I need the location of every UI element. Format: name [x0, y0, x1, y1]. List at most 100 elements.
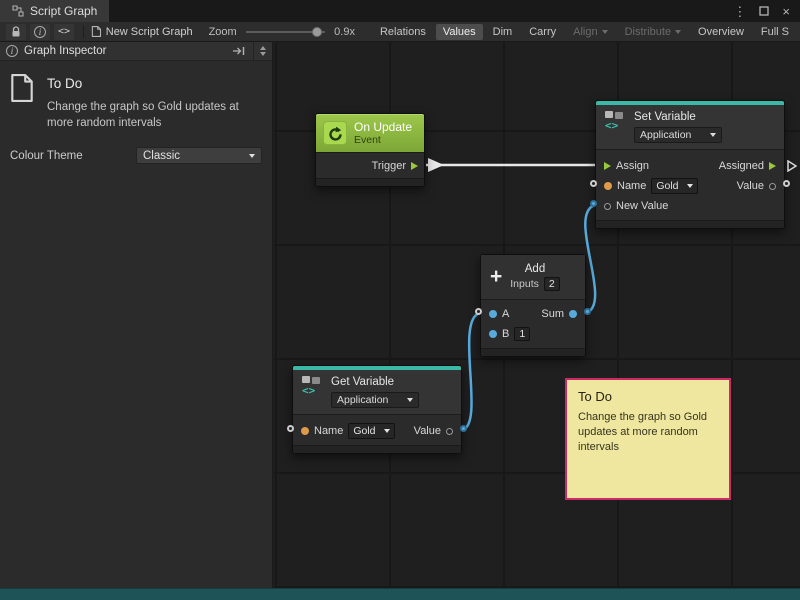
- wire-arrowhead-icon: [428, 158, 444, 172]
- node-footer: [481, 348, 585, 356]
- scroll-spinner: [253, 42, 266, 61]
- lock-button[interactable]: [6, 24, 26, 40]
- scroll-up-icon[interactable]: [260, 46, 266, 50]
- name-value-dropdown[interactable]: Gold: [651, 178, 697, 194]
- window-maximize-icon[interactable]: [759, 6, 769, 16]
- name-label: Name: [617, 180, 646, 192]
- get-variable-body: Name Gold Value: [293, 414, 461, 445]
- sum-output-port[interactable]: [569, 310, 577, 318]
- value-edge-port[interactable]: [783, 180, 790, 187]
- value-output-port[interactable]: [769, 183, 776, 190]
- get-variable-node[interactable]: <> Get Variable Application Name Gold: [292, 365, 462, 454]
- window-menu-icon[interactable]: ⋮: [733, 5, 746, 18]
- assigned-output-port[interactable]: [769, 162, 776, 170]
- assigned-edge-port[interactable]: [787, 160, 797, 172]
- window-close-icon[interactable]: ×: [782, 5, 790, 18]
- todo-text[interactable]: Change the graph so Gold updates at more…: [47, 99, 253, 131]
- graph-inspector-title: Graph Inspector: [24, 45, 106, 57]
- value-label: Value: [737, 180, 764, 192]
- name-port-row: Name Gold Value: [596, 176, 784, 196]
- graph-asset-icon: [91, 25, 102, 38]
- info-icon: i: [6, 45, 18, 57]
- zoom-slider[interactable]: [246, 31, 325, 33]
- node-title: Set Variable: [634, 110, 722, 124]
- inspector-toggle-button[interactable]: i: [30, 24, 50, 40]
- b-input-port[interactable]: [489, 330, 497, 338]
- chevron-down-icon: [249, 154, 255, 158]
- variable-scope-dropdown[interactable]: Application: [331, 392, 419, 408]
- set-variable-header: <> Set Variable Application: [596, 105, 784, 149]
- sticky-note[interactable]: To Do Change the graph so Gold updates a…: [565, 378, 731, 500]
- sum-edge-port[interactable]: [584, 308, 591, 315]
- on-update-header-text: On Update Event: [354, 120, 412, 146]
- tab-label: Script Graph: [30, 4, 97, 18]
- name-port-row: Name Gold Value: [293, 421, 461, 441]
- relations-button[interactable]: Relations: [373, 24, 433, 40]
- script-graph-window: Script Graph ⋮ × i <> New Script: [0, 0, 800, 600]
- svg-text:<>: <>: [302, 384, 316, 397]
- chevron-down-icon: [687, 184, 693, 188]
- chevron-down-icon: [675, 30, 681, 34]
- a-edge-port[interactable]: [475, 308, 482, 315]
- chevron-down-icon: [384, 429, 390, 433]
- node-footer: [293, 445, 461, 453]
- colour-theme-label: Colour Theme: [10, 150, 83, 162]
- script-graph-icon: [12, 5, 24, 17]
- chevron-down-icon: [710, 133, 716, 137]
- graph-canvas[interactable]: On Update Event Trigger <> Set Variab: [274, 42, 800, 588]
- overview-button[interactable]: Overview: [691, 24, 751, 40]
- graph-inspector-header: i Graph Inspector: [0, 42, 272, 61]
- values-button[interactable]: Values: [436, 24, 483, 40]
- new-value-edge-port[interactable]: [590, 200, 597, 207]
- set-variable-node[interactable]: <> Set Variable Application Assign Assig…: [595, 100, 785, 229]
- dim-button[interactable]: Dim: [486, 24, 520, 40]
- scroll-down-icon[interactable]: [260, 52, 266, 56]
- distribute-dropdown[interactable]: Distribute: [618, 24, 688, 40]
- a-port-row: A Sum: [481, 304, 585, 324]
- value-output-port[interactable]: [446, 428, 453, 435]
- toolbar-buttons: Relations Values Dim Carry Align Distrib…: [373, 24, 796, 40]
- name-input-port[interactable]: [604, 182, 612, 190]
- variable-scope-dropdown[interactable]: Application: [634, 127, 722, 143]
- colour-theme-dropdown[interactable]: Classic: [136, 147, 262, 164]
- inspector-actions: [232, 42, 266, 61]
- tab-script-graph[interactable]: Script Graph: [0, 0, 109, 22]
- sum-label: Sum: [541, 308, 564, 320]
- b-value-field[interactable]: 1: [514, 327, 530, 341]
- add-node[interactable]: + Add Inputs 2 A Sum: [480, 254, 586, 357]
- carry-button[interactable]: Carry: [522, 24, 563, 40]
- graph-name-label[interactable]: New Script Graph: [106, 26, 193, 38]
- node-title: Get Variable: [331, 375, 419, 389]
- align-dropdown[interactable]: Align: [566, 24, 614, 40]
- wire-add-to-newvalue[interactable]: [585, 205, 595, 313]
- name-edge-port[interactable]: [287, 425, 294, 432]
- add-icon: +: [490, 267, 502, 287]
- add-header: + Add Inputs 2: [481, 255, 585, 299]
- a-input-port[interactable]: [489, 310, 497, 318]
- name-edge-port[interactable]: [590, 180, 597, 187]
- trigger-output-port[interactable]: [411, 162, 418, 170]
- name-value-dropdown[interactable]: Gold: [348, 423, 394, 439]
- new-value-input-port[interactable]: [604, 203, 611, 210]
- name-input-port[interactable]: [301, 427, 309, 435]
- align-label: Align: [573, 26, 597, 38]
- note-icon: [10, 74, 34, 102]
- zoom-slider-handle[interactable]: [312, 27, 322, 37]
- code-preview-button[interactable]: <>: [54, 24, 74, 40]
- dock-icon[interactable]: [232, 46, 245, 56]
- wire-getvariable-to-add[interactable]: [462, 313, 480, 430]
- node-subtitle: Event: [354, 134, 412, 146]
- assign-input-port[interactable]: [604, 162, 611, 170]
- inputs-count-field[interactable]: 2: [544, 277, 560, 291]
- node-title: Add: [510, 263, 559, 275]
- get-variable-header: <> Get Variable Application: [293, 370, 461, 414]
- add-body: A Sum B 1: [481, 299, 585, 348]
- chevron-down-icon: [602, 30, 608, 34]
- node-title: On Update: [354, 120, 412, 134]
- value-edge-port[interactable]: [460, 425, 467, 432]
- trigger-port-row: Trigger: [316, 152, 424, 178]
- node-footer: [316, 178, 424, 186]
- on-update-node[interactable]: On Update Event Trigger: [315, 113, 425, 187]
- toolbar-divider: [83, 25, 84, 38]
- fullscreen-button[interactable]: Full S: [754, 24, 796, 40]
